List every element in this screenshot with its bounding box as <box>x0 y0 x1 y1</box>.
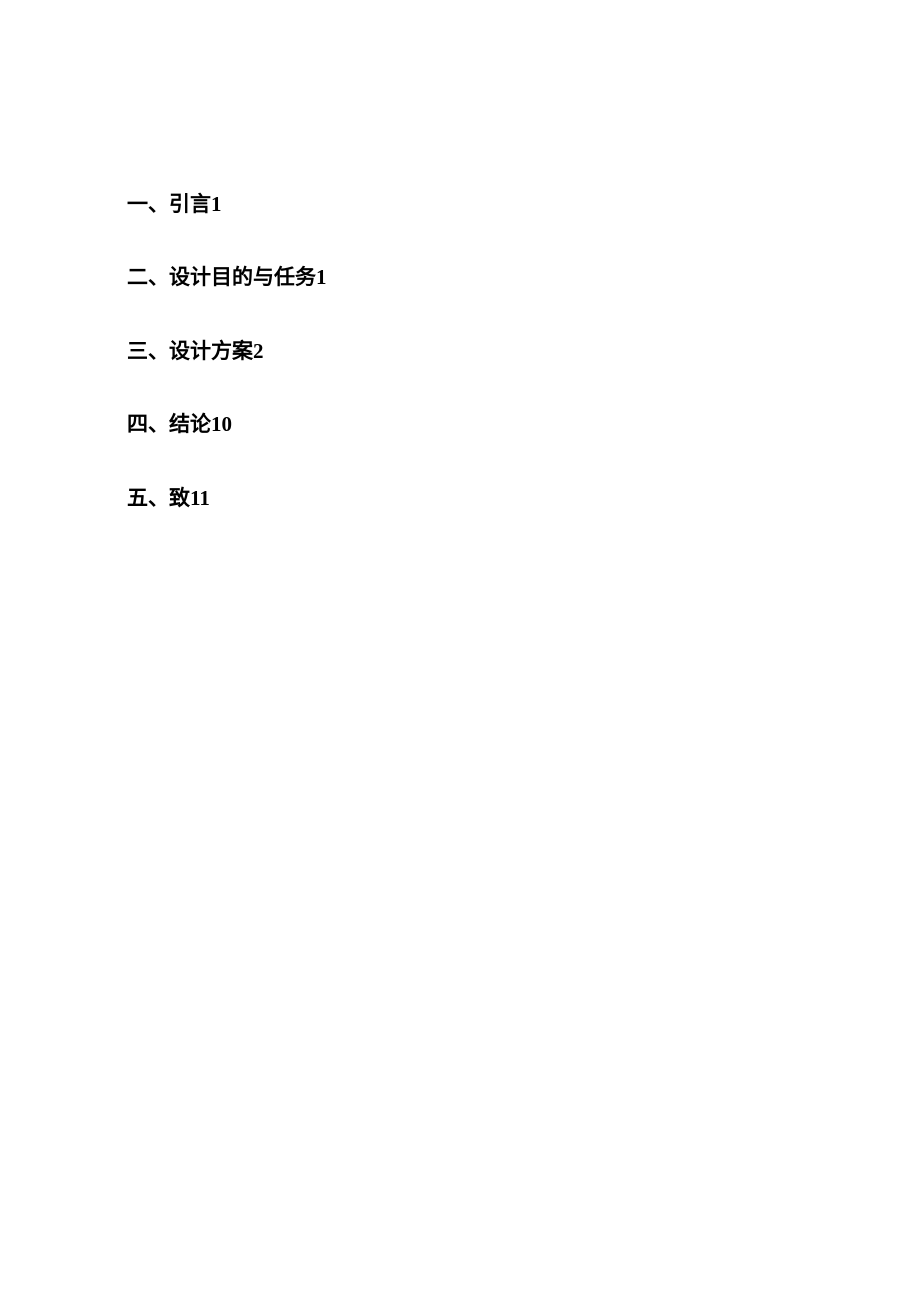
toc-page: 11 <box>190 486 210 510</box>
toc-entry: 二、设计目的与任务1 <box>127 263 327 292</box>
toc-label: 三、设计方案 <box>127 339 253 363</box>
toc-label: 五、致 <box>127 486 190 510</box>
toc-entry: 三、设计方案2 <box>127 337 327 366</box>
toc-entry: 五、致11 <box>127 484 327 513</box>
toc-label: 四、结论 <box>127 412 211 436</box>
toc-entry: 四、结论10 <box>127 410 327 439</box>
toc-page: 1 <box>211 192 222 216</box>
toc-page: 1 <box>316 265 327 289</box>
toc-label: 一、引言 <box>127 192 211 216</box>
toc-entry: 一、引言1 <box>127 190 327 219</box>
toc-container: 一、引言1 二、设计目的与任务1 三、设计方案2 四、结论10 五、致11 <box>127 190 327 557</box>
toc-label: 二、设计目的与任务 <box>127 265 316 289</box>
toc-page: 2 <box>253 339 264 363</box>
toc-page: 10 <box>211 412 232 436</box>
